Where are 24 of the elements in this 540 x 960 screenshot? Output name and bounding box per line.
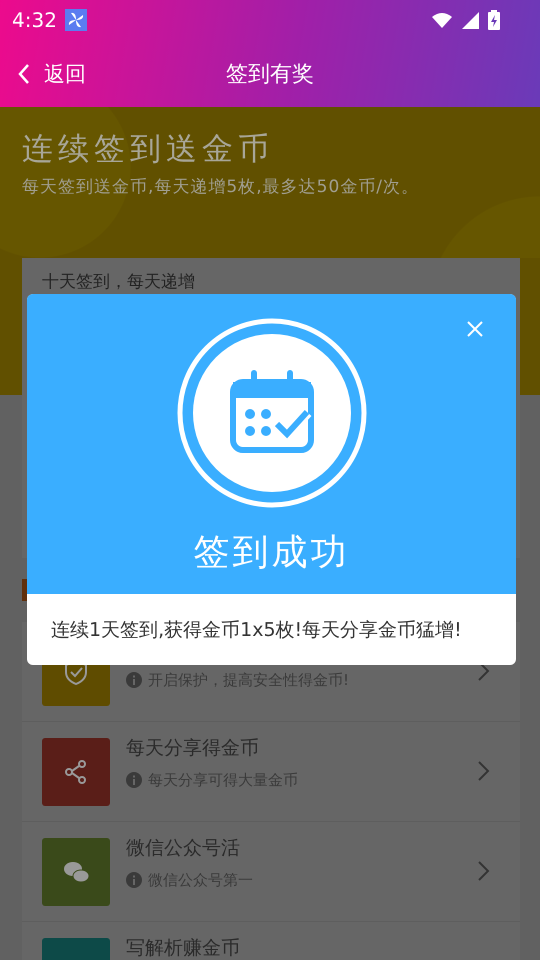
chevron-right-icon [477,860,490,882]
dialog-title: 签到成功 [194,531,350,575]
checkin-label: 十天签到，每天递增 [42,271,196,293]
banner-subtitle: 每天签到送金币,每天递增5枚,最多达50金币/次。 [22,176,420,198]
status-time: 4:32 [12,8,57,32]
task-row[interactable]: 写解析赚金币 [22,922,520,960]
close-icon [466,320,484,338]
chevron-left-icon [18,62,30,84]
battery-icon [488,10,500,30]
task-title: 每天分享得金币 [126,738,260,759]
back-button[interactable]: 返回 [0,60,86,88]
banner-title: 连续签到送金币 [22,130,275,169]
chevron-right-icon [477,760,490,782]
calendar-check-icon [176,318,366,508]
task-title: 微信公众号活 [126,838,241,859]
close-button[interactable] [466,320,484,338]
wifi-icon [431,11,453,29]
pinwheel-icon [64,9,87,31]
task-title: 写解析赚金币 [126,938,241,959]
page-title: 签到有奖 [226,60,314,88]
info-icon [126,772,142,788]
info-icon [126,872,142,888]
info-icon [126,672,142,688]
signal-icon [461,10,480,30]
